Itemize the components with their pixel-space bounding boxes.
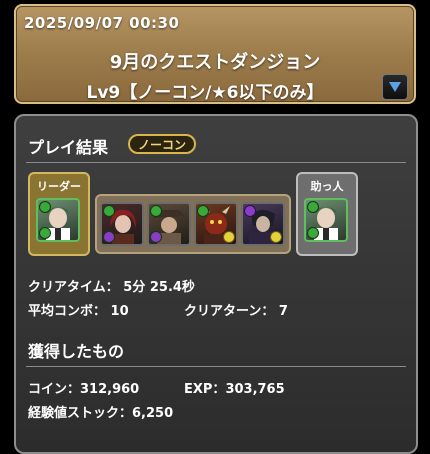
avg-combo-value: 10 [110,304,129,319]
exp-stock-value: 6,250 [132,406,174,421]
divider [26,366,406,367]
coin-value: 312,960 [80,382,140,397]
exp-stock-label: 経験値ストック： [28,406,133,421]
dark-attribute-icon [244,205,256,217]
monster-icon-helper[interactable] [304,198,348,242]
light-subattribute-icon [270,231,282,243]
play-result-heading: プレイ結果 [28,138,109,157]
clear-turn-label: クリアターン： [184,304,275,319]
leader-slot: リーダー [28,172,90,256]
dungeon-title: 9月のクエストダンジョン [109,52,321,73]
wood-attribute-icon [307,201,319,213]
wood-attribute-icon [197,205,209,217]
wood-subattribute-icon [307,227,319,239]
leader-label: リーダー [37,180,81,193]
dark-subattribute-icon [103,231,115,243]
result-panel: プレイ結果 ノーコン リーダー 助っ人 クリアタイム： 5分 25.4秒 平均コ… [14,114,418,454]
clear-turn-value: 7 [278,304,288,319]
coin-row: コイン：312,960 [28,378,139,397]
avg-combo-label: 平均コンボ： [28,304,107,319]
clear-time-row: クリアタイム： 5分 25.4秒 [28,276,195,295]
light-subattribute-icon [223,231,235,243]
clear-time-label: クリアタイム： [28,280,119,295]
wood-subattribute-icon [39,227,51,239]
helper-slot: 助っ人 [296,172,358,256]
avg-combo-row: 平均コンボ： 10 [28,300,129,319]
chevron-down-icon [389,82,401,92]
dungeon-floor-subtitle: Lv9【ノーコン/★6以下のみ】 [86,83,324,103]
no-continue-badge: ノーコン [128,134,197,154]
rewards-heading: 獲得したもの [28,342,125,361]
wood-attribute-icon [150,205,162,217]
monster-icon-sub4[interactable] [241,202,285,246]
play-date: 2025/09/07 00:30 [24,14,180,32]
expand-button[interactable] [382,74,408,100]
helper-label: 助っ人 [310,180,344,193]
exp-label: EXP： [184,382,226,397]
clear-turn-row: クリアターン： 7 [184,300,288,319]
wood-attribute-icon [39,201,51,213]
clear-time-value: 5分 25.4秒 [123,280,195,295]
wood-attribute-icon [103,205,115,217]
monster-icon-leader[interactable] [36,198,80,242]
coin-label: コイン： [28,382,81,397]
quest-header: 2025/09/07 00:30 9月のクエストダンジョン Lv9【ノーコン/★… [14,4,416,104]
exp-row: EXP：303,765 [184,378,285,397]
exp-stock-row: 経験値ストック：6,250 [28,402,173,421]
monster-icon-sub1[interactable] [100,202,144,246]
monster-icon-sub2[interactable] [147,202,191,246]
exp-value: 303,765 [225,382,285,397]
monster-icon-sub3[interactable] [194,202,238,246]
divider [26,162,406,163]
dark-subattribute-icon [150,231,162,243]
sub-team [95,194,291,254]
